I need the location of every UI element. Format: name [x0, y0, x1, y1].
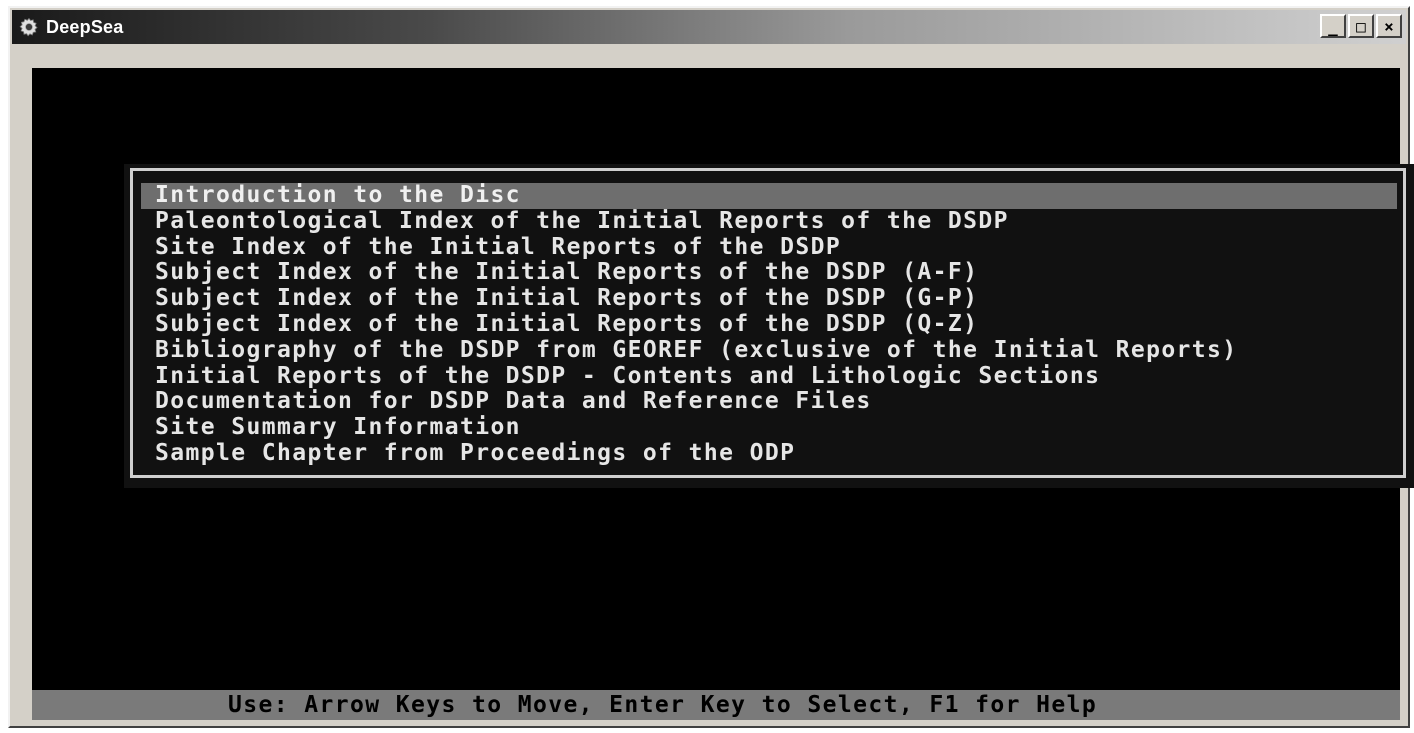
menu-item-sample-chapter[interactable]: Sample Chapter from Proceedings of the O…	[141, 440, 1397, 467]
menu-item-subject-index-a-f[interactable]: Subject Index of the Initial Reports of …	[141, 260, 1397, 286]
close-button[interactable]: ×	[1376, 14, 1402, 38]
menu-box: Introduction to the Disc Paleontological…	[130, 168, 1406, 478]
menu-item-site-summary[interactable]: Site Summary Information	[141, 414, 1397, 441]
app-window: DeepSea _ □ × Introduction to the Disc P…	[8, 6, 1414, 728]
maximize-button[interactable]: □	[1348, 14, 1374, 38]
menu-item-site-index[interactable]: Site Index of the Initial Reports of the…	[141, 234, 1397, 261]
menu-item-initial-reports-contents[interactable]: Initial Reports of the DSDP - Contents a…	[141, 363, 1397, 390]
menu-item-introduction[interactable]: Introduction to the Disc	[141, 182, 1397, 209]
menu-item-subject-index-q-z[interactable]: Subject Index of the Initial Reports of …	[141, 311, 1397, 338]
minimize-button[interactable]: _	[1320, 14, 1346, 38]
status-bar: Use: Arrow Keys to Move, Enter Key to Se…	[32, 690, 1400, 720]
menu-item-bibliography[interactable]: Bibliography of the DSDP from GEOREF (ex…	[141, 337, 1397, 364]
gear-icon[interactable]	[18, 16, 40, 38]
console-area: Introduction to the Disc Paleontological…	[32, 68, 1414, 720]
title-bar[interactable]: DeepSea _ □ ×	[12, 10, 1406, 44]
menu-list: Introduction to the Disc Paleontological…	[141, 182, 1397, 467]
menu-item-subject-index-g-p[interactable]: Subject Index of the Initial Reports of …	[141, 285, 1397, 312]
window-controls: _ □ ×	[1320, 14, 1402, 38]
menu-item-paleontological-index[interactable]: Paleontological Index of the Initial Rep…	[141, 208, 1397, 235]
window-title: DeepSea	[46, 16, 124, 37]
menu-item-documentation[interactable]: Documentation for DSDP Data and Referenc…	[141, 389, 1397, 415]
